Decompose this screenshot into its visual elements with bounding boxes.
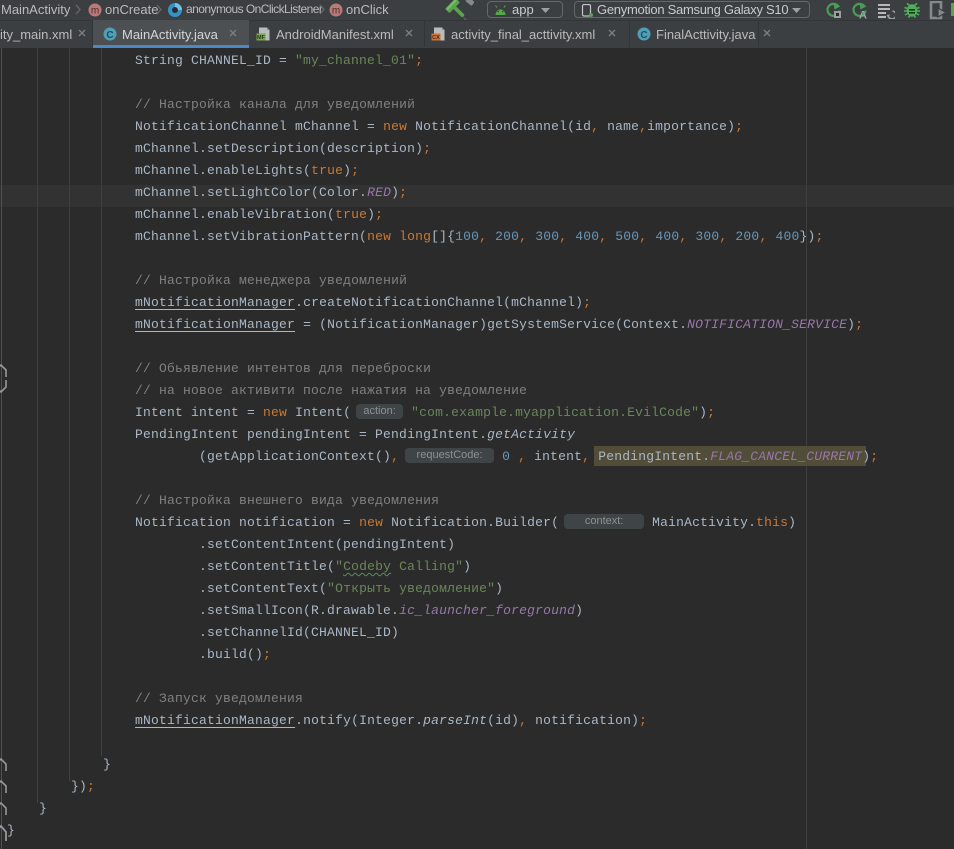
svg-text:m: m bbox=[332, 6, 340, 17]
svg-text:CX: CX bbox=[432, 35, 440, 41]
svg-text:m: m bbox=[91, 6, 99, 17]
svg-text:A: A bbox=[859, 10, 867, 20]
svg-text:MF: MF bbox=[257, 35, 266, 41]
svg-text:C: C bbox=[106, 30, 113, 41]
svg-text:C: C bbox=[640, 30, 647, 41]
